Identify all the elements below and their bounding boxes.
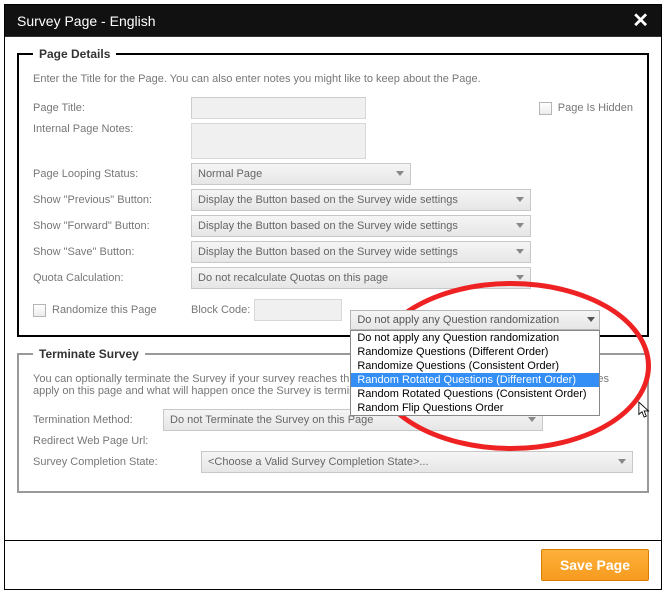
randomize-page-checkbox[interactable]: [33, 304, 46, 317]
block-code-label: Block Code:: [191, 304, 250, 316]
close-icon[interactable]: ✕: [628, 8, 653, 33]
quota-label: Quota Calculation:: [33, 272, 191, 284]
randomization-option[interactable]: Random Rotated Questions (Consistent Ord…: [351, 387, 599, 401]
randomization-option[interactable]: Randomize Questions (Consistent Order): [351, 359, 599, 373]
prev-button-select[interactable]: Display the Button based on the Survey w…: [191, 189, 531, 211]
page-hidden-checkbox[interactable]: [539, 102, 552, 115]
fwd-button-label: Show "Forward" Button:: [33, 220, 191, 232]
prev-button-value: Display the Button based on the Survey w…: [198, 194, 458, 206]
completion-state-value: <Choose a Valid Survey Completion State>…: [208, 456, 429, 468]
redirect-url-label: Redirect Web Page Url:: [33, 435, 163, 447]
quota-select[interactable]: Do not recalculate Quotas on this page: [191, 267, 531, 289]
cursor-icon: [638, 401, 652, 419]
block-code-input[interactable]: [254, 299, 342, 321]
internal-notes-label: Internal Page Notes:: [33, 123, 191, 135]
randomization-selected-value: Do not apply any Question randomization: [357, 314, 559, 326]
page-details-intro: Enter the Title for the Page. You can al…: [33, 73, 633, 85]
prev-button-label: Show "Previous" Button:: [33, 194, 191, 206]
save-button-select[interactable]: Display the Button based on the Survey w…: [191, 241, 531, 263]
chevron-down-icon: [516, 223, 524, 228]
modal-title: Survey Page - English: [17, 13, 628, 29]
termination-method-label: Termination Method:: [33, 414, 163, 426]
terminate-legend: Terminate Survey: [33, 347, 145, 361]
completion-state-label: Survey Completion State:: [33, 456, 201, 468]
chevron-down-icon: [587, 317, 595, 322]
chevron-down-icon: [396, 171, 404, 176]
page-title-label: Page Title:: [33, 102, 191, 114]
save-button-value: Display the Button based on the Survey w…: [198, 246, 458, 258]
chevron-down-icon: [528, 417, 536, 422]
chevron-down-icon: [516, 275, 524, 280]
chevron-down-icon: [516, 197, 524, 202]
looping-label: Page Looping Status:: [33, 168, 191, 180]
question-randomization-select[interactable]: Do not apply any Question randomization …: [350, 310, 600, 416]
randomization-option[interactable]: Do not apply any Question randomization: [351, 331, 599, 345]
randomization-option[interactable]: Random Flip Questions Order: [351, 401, 599, 415]
internal-notes-input[interactable]: [191, 123, 366, 159]
page-title-input[interactable]: [191, 97, 366, 119]
randomization-option[interactable]: Random Rotated Questions (Different Orde…: [351, 373, 599, 387]
quota-value: Do not recalculate Quotas on this page: [198, 272, 388, 284]
completion-state-select[interactable]: <Choose a Valid Survey Completion State>…: [201, 451, 633, 473]
save-button-label: Show "Save" Button:: [33, 246, 191, 258]
save-page-button[interactable]: Save Page: [541, 549, 649, 581]
page-details-legend: Page Details: [33, 47, 116, 61]
fwd-button-value: Display the Button based on the Survey w…: [198, 220, 458, 232]
chevron-down-icon: [516, 249, 524, 254]
looping-value: Normal Page: [198, 168, 262, 180]
page-hidden-label: Page Is Hidden: [558, 102, 633, 114]
looping-select[interactable]: Normal Page: [191, 163, 411, 185]
randomization-option[interactable]: Randomize Questions (Different Order): [351, 345, 599, 359]
page-details-fieldset: Page Details Enter the Title for the Pag…: [17, 47, 649, 337]
title-bar: Survey Page - English ✕: [5, 5, 661, 37]
fwd-button-select[interactable]: Display the Button based on the Survey w…: [191, 215, 531, 237]
randomization-options-list: Do not apply any Question randomization …: [350, 330, 600, 416]
termination-method-value: Do not Terminate the Survey on this Page: [170, 414, 373, 426]
randomize-page-label: Randomize this Page: [52, 304, 157, 316]
chevron-down-icon: [618, 459, 626, 464]
